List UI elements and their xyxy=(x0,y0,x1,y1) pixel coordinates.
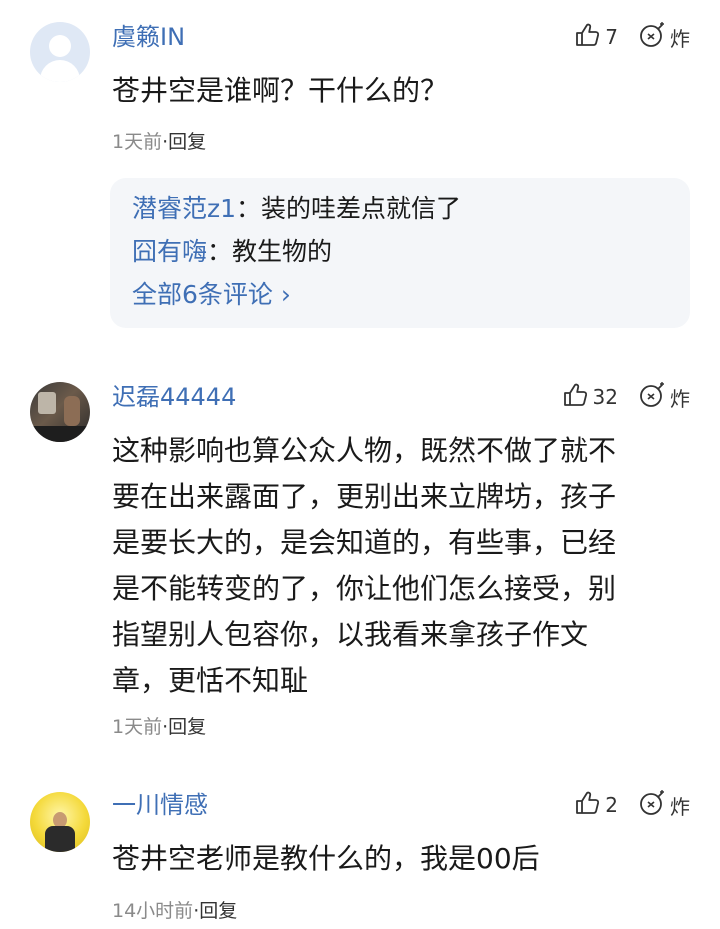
comment-text: 苍井空老师是教什么的，我是00后 xyxy=(112,842,540,875)
thumb-up-icon xyxy=(573,789,601,821)
like-button[interactable]: 2 xyxy=(573,789,618,821)
bomb-button[interactable]: 炸 xyxy=(638,788,690,822)
comment-time: 14小时前 xyxy=(112,900,194,922)
like-count: 2 xyxy=(605,793,618,817)
bomb-label: 炸 xyxy=(670,794,690,819)
comment-3: 一川情感 2 炸 苍井空老师是教什么的，我是00后 14小时前·回复 xyxy=(0,0,720,929)
comment-meta: 14小时前·回复 xyxy=(112,898,237,924)
bomb-icon xyxy=(638,788,668,822)
username[interactable]: 一川情感 xyxy=(112,790,208,820)
avatar[interactable] xyxy=(30,792,90,852)
reply-link[interactable]: ·回复 xyxy=(193,900,237,922)
comment-actions: 2 炸 xyxy=(573,790,690,820)
